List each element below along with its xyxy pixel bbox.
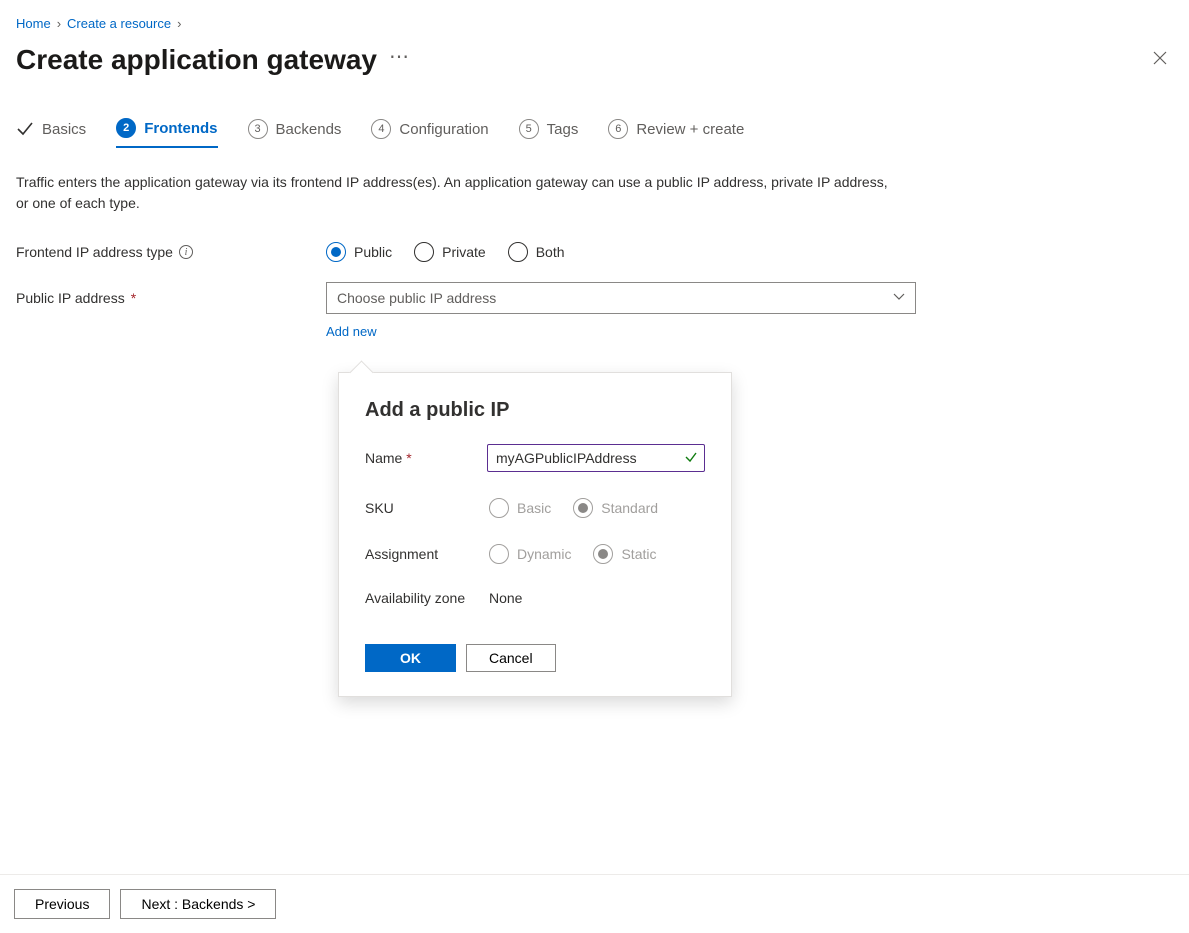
- tab-label: Configuration: [399, 121, 488, 138]
- cancel-button[interactable]: Cancel: [466, 644, 556, 672]
- tab-label: Tags: [547, 121, 579, 138]
- tab-number: 6: [608, 119, 628, 139]
- radio-icon: [326, 242, 346, 262]
- required-indicator: *: [131, 290, 136, 306]
- tab-label: Backends: [276, 121, 342, 138]
- radio-icon: [508, 242, 528, 262]
- radio-sku-standard: Standard: [573, 498, 658, 518]
- add-new-link[interactable]: Add new: [326, 324, 377, 339]
- more-icon[interactable]: ⋯: [389, 47, 410, 73]
- tab-label: Frontends: [144, 120, 217, 137]
- frontend-ip-type-label: Frontend IP address type: [16, 244, 173, 260]
- required-indicator: *: [406, 450, 411, 466]
- chevron-right-icon: ›: [57, 16, 61, 31]
- tab-number: 2: [116, 118, 136, 138]
- breadcrumb: Home › Create a resource ›: [16, 16, 1173, 31]
- radio-sku-basic: Basic: [489, 498, 551, 518]
- radio-both[interactable]: Both: [508, 242, 565, 262]
- radio-icon: [593, 544, 613, 564]
- chevron-down-icon: [893, 290, 905, 306]
- radio-icon: [573, 498, 593, 518]
- info-icon[interactable]: i: [179, 245, 193, 259]
- tab-backends[interactable]: 3 Backends: [248, 119, 342, 147]
- popup-az-value: None: [489, 590, 522, 606]
- frontend-ip-type-radio-group: Public Private Both: [326, 242, 916, 262]
- radio-public[interactable]: Public: [326, 242, 392, 262]
- radio-assignment-dynamic: Dynamic: [489, 544, 571, 564]
- page-title: Create application gateway: [16, 44, 377, 76]
- tab-review-create[interactable]: 6 Review + create: [608, 119, 744, 147]
- add-public-ip-popup: Add a public IP Name * myAGPublicIPAddre…: [338, 372, 732, 697]
- radio-private[interactable]: Private: [414, 242, 486, 262]
- tab-configuration[interactable]: 4 Configuration: [371, 119, 488, 147]
- ok-button[interactable]: OK: [365, 644, 456, 672]
- radio-label: Both: [536, 244, 565, 260]
- radio-label: Static: [621, 546, 656, 562]
- popup-assignment-label: Assignment: [365, 546, 438, 562]
- radio-icon: [489, 498, 509, 518]
- radio-icon: [489, 544, 509, 564]
- tab-number: 5: [519, 119, 539, 139]
- popup-title: Add a public IP: [365, 399, 705, 422]
- public-ip-dropdown[interactable]: Choose public IP address: [326, 282, 916, 314]
- radio-label: Dynamic: [517, 546, 571, 562]
- previous-button[interactable]: Previous: [14, 889, 110, 919]
- popup-sku-label: SKU: [365, 500, 394, 516]
- tab-basics[interactable]: Basics: [16, 120, 86, 146]
- public-ip-name-input[interactable]: myAGPublicIPAddress: [487, 444, 705, 472]
- radio-label: Public: [354, 244, 392, 260]
- radio-assignment-static: Static: [593, 544, 656, 564]
- next-button[interactable]: Next : Backends >: [120, 889, 276, 919]
- wizard-tabs: Basics 2 Frontends 3 Backends 4 Configur…: [16, 118, 1173, 148]
- tab-tags[interactable]: 5 Tags: [519, 119, 579, 147]
- tab-description: Traffic enters the application gateway v…: [16, 172, 896, 214]
- popup-az-label: Availability zone: [365, 590, 465, 606]
- radio-label: Standard: [601, 500, 658, 516]
- input-value: myAGPublicIPAddress: [496, 450, 637, 466]
- breadcrumb-home[interactable]: Home: [16, 16, 51, 31]
- check-icon: [16, 120, 34, 138]
- tab-number: 3: [248, 119, 268, 139]
- breadcrumb-create-resource[interactable]: Create a resource: [67, 16, 171, 31]
- radio-label: Private: [442, 244, 486, 260]
- close-icon[interactable]: [1147, 43, 1173, 76]
- wizard-footer: Previous Next : Backends >: [0, 874, 1189, 933]
- tab-number: 4: [371, 119, 391, 139]
- popup-name-label: Name: [365, 450, 402, 466]
- radio-icon: [414, 242, 434, 262]
- radio-label: Basic: [517, 500, 551, 516]
- tab-frontends[interactable]: 2 Frontends: [116, 118, 217, 148]
- tab-label: Review + create: [636, 121, 744, 138]
- public-ip-label: Public IP address: [16, 290, 125, 306]
- tab-label: Basics: [42, 121, 86, 138]
- chevron-right-icon: ›: [177, 16, 181, 31]
- dropdown-placeholder: Choose public IP address: [337, 290, 496, 306]
- checkmark-icon: [684, 450, 698, 467]
